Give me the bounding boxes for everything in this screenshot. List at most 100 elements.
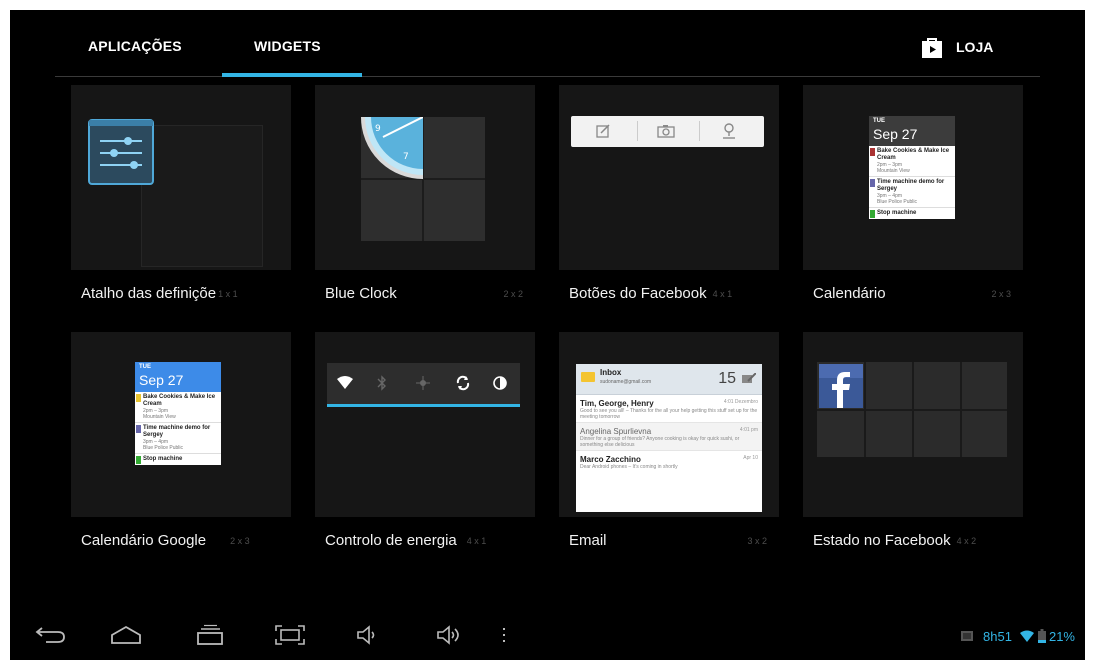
clock-text: 8h51 xyxy=(983,628,1012,644)
widget-size: 4 x 2 xyxy=(956,535,977,546)
widget-name: Atalho das definiçõe xyxy=(81,285,217,303)
widget-size: 4 x 1 xyxy=(466,535,487,546)
sync-icon xyxy=(456,375,470,391)
tab-widgets[interactable]: WIDGETS xyxy=(254,38,321,54)
bluetooth-icon xyxy=(377,375,386,391)
svg-text:7: 7 xyxy=(403,152,409,162)
widget-caption: Atalho das definiçõe 1 x 1 xyxy=(81,285,291,307)
facebook-logo-icon xyxy=(819,364,863,408)
widget-preview: TUE Sep 27 Bake Cookies & Make Ice Cream… xyxy=(71,332,291,517)
email-message-row: Marco Zacchino Apr 10 Dear Android phone… xyxy=(580,455,758,470)
calendar-event: Stop machine xyxy=(135,454,221,465)
widget-tile-settings-shortcut[interactable]: Atalho das definiçõe 1 x 1 xyxy=(71,85,291,302)
widget-tile-google-calendar[interactable]: TUE Sep 27 Bake Cookies & Make Ice Cream… xyxy=(71,332,291,549)
widget-tile-power-control[interactable]: Controlo de energia 4 x 1 xyxy=(315,332,535,549)
svg-text:9: 9 xyxy=(375,124,381,134)
calendar-preview: TUE Sep 27 Bake Cookies & Make Ice Cream… xyxy=(869,116,955,219)
widget-size: 2 x 3 xyxy=(230,535,250,546)
overflow-menu-button[interactable] xyxy=(496,620,512,650)
email-unread-count: 15 xyxy=(718,370,736,387)
recent-apps-button[interactable] xyxy=(192,620,228,650)
widget-caption: Email 3 x 2 xyxy=(569,532,779,554)
camera-icon xyxy=(657,125,675,138)
settings-sliders-icon xyxy=(88,119,154,185)
widget-preview: 7 9 xyxy=(315,85,535,270)
widget-preview: TUE Sep 27 Bake Cookies & Make Ice Cream… xyxy=(803,85,1023,270)
widget-tile-calendar[interactable]: TUE Sep 27 Bake Cookies & Make Ice Cream… xyxy=(803,85,1023,302)
widget-caption: Calendário 2 x 3 xyxy=(813,285,1023,307)
active-tab-indicator xyxy=(222,73,362,77)
widget-size: 3 x 2 xyxy=(747,536,767,546)
calendar-preview: TUE Sep 27 Bake Cookies & Make Ice Cream… xyxy=(135,362,221,465)
widget-caption: Estado no Facebook 4 x 2 xyxy=(813,532,1023,554)
widget-name: Estado no Facebook xyxy=(813,532,951,550)
widget-name: Controlo de energia xyxy=(325,532,457,550)
clock-face-icon: 7 9 xyxy=(361,117,423,179)
volume-down-icon xyxy=(357,625,375,645)
store-bag-icon xyxy=(922,38,942,58)
calendar-date: Sep 27 xyxy=(139,372,184,388)
calendar-day-of-week: TUE xyxy=(139,364,151,370)
volume-down-button[interactable] xyxy=(350,620,386,650)
email-account: sudoname@gmail.com xyxy=(600,379,652,385)
email-folder: Inbox xyxy=(600,368,622,377)
calendar-day-of-week: TUE xyxy=(873,118,885,124)
screenshot-notification-icon xyxy=(961,631,974,641)
calendar-event: Stop machine xyxy=(869,208,955,219)
calendar-event: Time machine demo for Sergey 3pm – 4pm B… xyxy=(869,177,955,208)
tab-applications[interactable]: APLICAÇÕES xyxy=(88,38,182,54)
email-preview: Inbox sudoname@gmail.com 15 Tim, George,… xyxy=(576,364,762,512)
screenshot-button[interactable] xyxy=(272,620,308,650)
widget-preview xyxy=(803,332,1023,517)
home-icon xyxy=(111,625,141,644)
widget-size: 1 x 1 xyxy=(218,288,238,299)
location-pin-icon xyxy=(723,123,735,139)
email-message-row: Tim, George, Henry 4:01 Dezembro Good to… xyxy=(576,395,762,423)
widget-preview: Inbox sudoname@gmail.com 15 Tim, George,… xyxy=(559,332,779,517)
widget-tile-email[interactable]: Inbox sudoname@gmail.com 15 Tim, George,… xyxy=(559,332,779,549)
widget-size: 4 x 1 xyxy=(712,288,733,299)
back-icon xyxy=(35,627,65,643)
battery-icon xyxy=(1037,629,1046,643)
system-navigation-bar: 8h51 21% xyxy=(10,610,1085,660)
widget-drawer-screen: APLICAÇÕES WIDGETS LOJA Atalho das defin… xyxy=(10,10,1085,660)
widget-caption: Calendário Google 2 x 3 xyxy=(81,532,291,554)
recent-apps-icon xyxy=(197,624,223,645)
widget-name: Email xyxy=(569,532,607,550)
widget-preview xyxy=(315,332,535,517)
store-button[interactable]: LOJA xyxy=(920,34,993,60)
email-envelope-icon xyxy=(581,372,595,382)
widget-name: Botões do Facebook xyxy=(569,285,707,303)
widget-tile-facebook-status[interactable]: Estado no Facebook 4 x 2 xyxy=(803,332,1023,549)
email-message-row: Angelina Spurlievna 4:01 pm Dinner for a… xyxy=(576,423,762,451)
widget-name: Calendário Google xyxy=(81,532,207,550)
widget-tile-facebook-buttons[interactable]: Botões do Facebook 4 x 1 xyxy=(559,85,779,302)
widget-caption: Blue Clock 2 x 2 xyxy=(325,285,535,307)
store-label: LOJA xyxy=(956,39,994,55)
widget-preview xyxy=(559,85,779,270)
calendar-event: Bake Cookies & Make Ice Cream 2pm – 3pm … xyxy=(135,392,221,423)
wifi-signal-icon xyxy=(1019,630,1034,642)
calendar-event: Time machine demo for Sergey 3pm – 4pm B… xyxy=(135,423,221,454)
volume-up-button[interactable] xyxy=(432,620,468,650)
compose-icon xyxy=(596,124,610,138)
calendar-event: Bake Cookies & Make Ice Cream 2pm – 3pm … xyxy=(869,146,955,177)
tab-divider xyxy=(55,76,1040,77)
widget-size: 2 x 2 xyxy=(503,289,523,299)
widget-tile-blue-clock[interactable]: 7 9 Blue Clock 2 x 2 xyxy=(315,85,535,302)
widget-name: Blue Clock xyxy=(325,285,397,303)
battery-level-text: 21% xyxy=(1048,628,1075,644)
status-area[interactable]: 8h51 21% xyxy=(961,626,1075,646)
widget-caption: Controlo de energia 4 x 1 xyxy=(325,532,535,554)
volume-up-icon xyxy=(437,625,459,645)
widget-size: 2 x 3 xyxy=(991,289,1011,299)
wifi-icon xyxy=(337,376,353,389)
compose-mail-icon xyxy=(742,373,756,383)
widget-caption: Botões do Facebook 4 x 1 xyxy=(569,285,779,307)
home-button[interactable] xyxy=(108,620,144,650)
widget-preview xyxy=(71,85,291,270)
brightness-icon xyxy=(493,376,507,390)
widget-name: Calendário xyxy=(813,285,886,303)
back-button[interactable] xyxy=(32,620,68,650)
tab-bar: APLICAÇÕES WIDGETS LOJA xyxy=(10,10,1085,82)
